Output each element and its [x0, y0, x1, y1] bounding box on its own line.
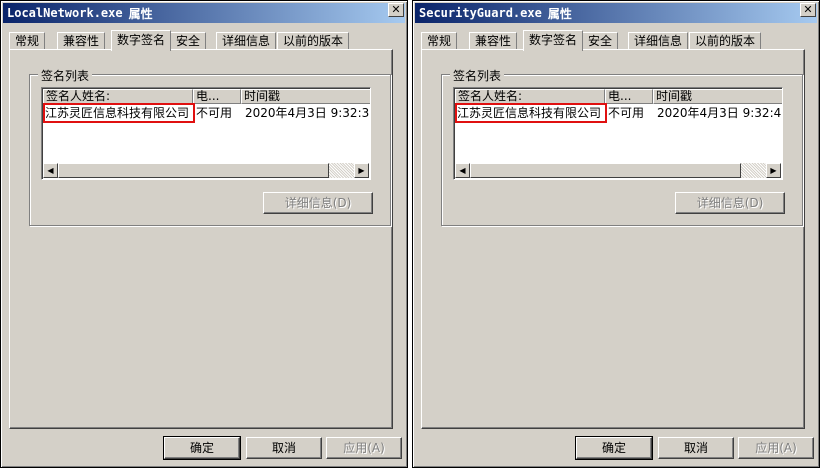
window-title-filename: LocalNetwork.exe — [7, 6, 123, 20]
signature-list[interactable]: 签名人姓名: 电... 时间戳 江苏灵匠信息科技有限公司 不可用 2020年4月… — [41, 87, 371, 180]
ok-button[interactable]: 确定 — [163, 436, 241, 460]
properties-dialog-securityguard: SecurityGuard.exe 属性 ✕ 常规 兼容性 数字签名 安全 详细… — [412, 0, 820, 468]
timestamp-cell: 2020年4月3日 9:32:49 — [657, 106, 783, 120]
ok-button[interactable]: 确定 — [575, 436, 653, 460]
apply-button[interactable]: 应用(A) — [326, 437, 402, 459]
close-button[interactable]: ✕ — [800, 3, 816, 17]
title-bar[interactable]: SecurityGuard.exe 属性 — [415, 3, 817, 23]
details-button[interactable]: 详细信息(D) — [263, 192, 373, 214]
tab-details[interactable]: 详细信息 — [216, 32, 277, 50]
tab-digital-signatures[interactable]: 数字签名 — [111, 30, 172, 51]
column-timestamp[interactable]: 时间戳 — [653, 89, 782, 104]
digest-cell: 不可用 — [196, 106, 233, 120]
tab-compatibility[interactable]: 兼容性 — [57, 32, 106, 50]
signer-name-cell: 江苏灵匠信息科技有限公司 — [43, 103, 195, 123]
title-bar[interactable]: LocalNetwork.exe 属性 — [3, 3, 405, 23]
close-button[interactable]: ✕ — [388, 3, 404, 17]
tab-security[interactable]: 安全 — [582, 32, 619, 50]
window-title-suffix: 属性 — [547, 6, 572, 21]
details-button[interactable]: 详细信息(D) — [675, 192, 785, 214]
horizontal-scrollbar[interactable]: ◀ ▶ — [455, 163, 781, 178]
column-digest[interactable]: 电... — [193, 89, 241, 104]
cancel-button[interactable]: 取消 — [246, 437, 322, 459]
column-signer-name[interactable]: 签名人姓名: — [455, 89, 605, 104]
tab-digital-signatures[interactable]: 数字签名 — [523, 30, 584, 51]
signature-list-label: 签名列表 — [450, 67, 505, 84]
tab-compatibility[interactable]: 兼容性 — [469, 32, 518, 50]
cancel-button[interactable]: 取消 — [658, 437, 734, 459]
tab-general[interactable]: 常规 — [9, 32, 46, 50]
timestamp-cell: 2020年4月3日 9:32:35 — [245, 106, 371, 120]
column-digest[interactable]: 电... — [605, 89, 653, 104]
scroll-left-icon[interactable]: ◀ — [455, 163, 470, 178]
signature-list-label: 签名列表 — [38, 67, 93, 84]
tab-previous-versions[interactable]: 以前的版本 — [689, 32, 762, 50]
tab-general[interactable]: 常规 — [421, 32, 458, 50]
list-item[interactable]: 江苏灵匠信息科技有限公司 不可用 2020年4月3日 9:32:35 — [43, 103, 371, 123]
apply-button[interactable]: 应用(A) — [738, 437, 814, 459]
list-header: 签名人姓名: 电... 时间戳 — [43, 89, 370, 104]
digest-cell: 不可用 — [608, 106, 645, 120]
signature-list[interactable]: 签名人姓名: 电... 时间戳 江苏灵匠信息科技有限公司 不可用 2020年4月… — [453, 87, 783, 180]
tab-details[interactable]: 详细信息 — [628, 32, 689, 50]
scroll-thumb[interactable] — [470, 163, 741, 178]
signer-name-cell: 江苏灵匠信息科技有限公司 — [455, 103, 607, 123]
tab-previous-versions[interactable]: 以前的版本 — [277, 32, 350, 50]
tab-security[interactable]: 安全 — [170, 32, 207, 50]
scroll-left-icon[interactable]: ◀ — [43, 163, 58, 178]
scroll-thumb[interactable] — [58, 163, 329, 178]
horizontal-scrollbar[interactable]: ◀ ▶ — [43, 163, 369, 178]
window-title-filename: SecurityGuard.exe — [419, 6, 542, 20]
window-title-suffix: 属性 — [128, 6, 153, 21]
list-header: 签名人姓名: 电... 时间戳 — [455, 89, 782, 104]
scroll-right-icon[interactable]: ▶ — [766, 163, 781, 178]
scroll-right-icon[interactable]: ▶ — [354, 163, 369, 178]
column-signer-name[interactable]: 签名人姓名: — [43, 89, 193, 104]
column-timestamp[interactable]: 时间戳 — [241, 89, 370, 104]
list-item[interactable]: 江苏灵匠信息科技有限公司 不可用 2020年4月3日 9:32:49 — [455, 103, 783, 123]
properties-dialog-localnetwork: LocalNetwork.exe 属性 ✕ 常规 兼容性 数字签名 安全 详细信… — [0, 0, 408, 468]
